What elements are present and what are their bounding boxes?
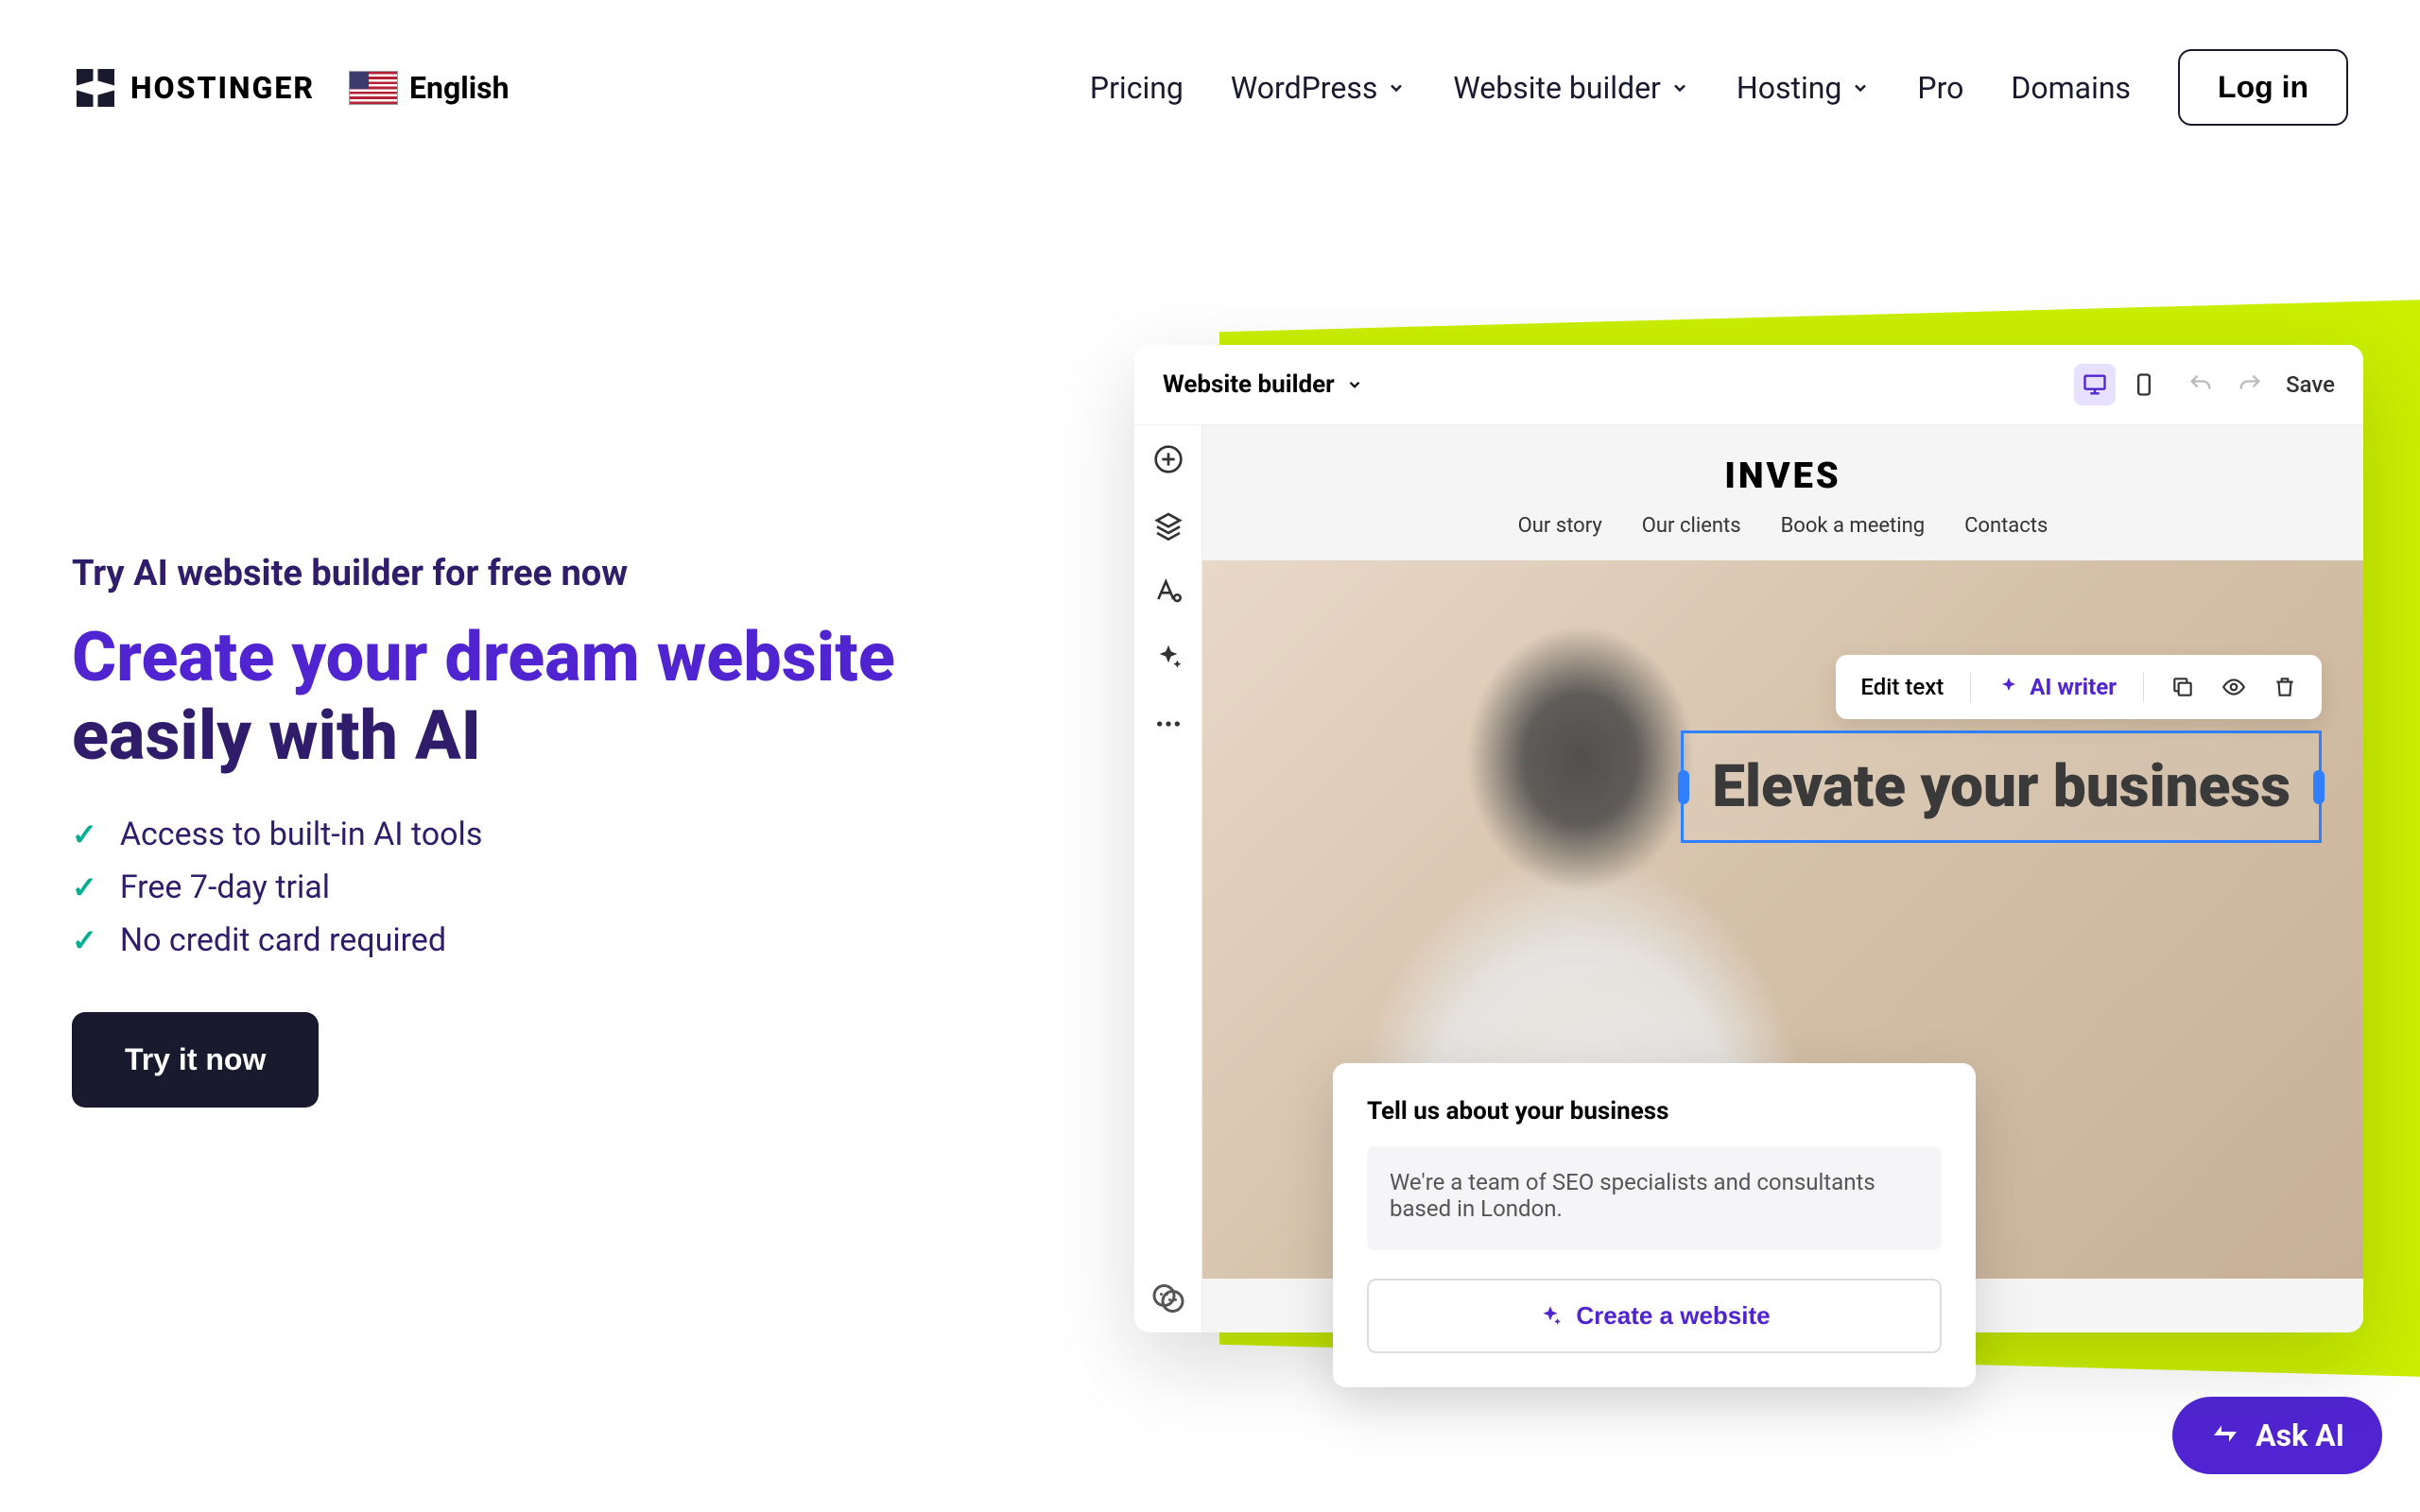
hero-subtitle: Try AI website builder for free now	[72, 553, 1017, 594]
undo-icon[interactable]	[2187, 371, 2214, 398]
redo-icon[interactable]	[2237, 371, 2263, 398]
more-icon[interactable]	[1153, 709, 1184, 739]
builder-mode-dropdown[interactable]: Website builder	[1163, 370, 1363, 399]
builder-topbar-right: Save	[2074, 364, 2335, 405]
main-header: HOSTINGER English Pricing WordPress Webs…	[0, 0, 2420, 175]
divider	[1970, 672, 1971, 702]
mobile-icon	[2131, 371, 2157, 398]
text-style-icon[interactable]	[1153, 576, 1184, 607]
try-now-button[interactable]: Try it now	[72, 1012, 319, 1108]
layers-icon[interactable]	[1153, 510, 1184, 541]
edit-text-button[interactable]: Edit text	[1860, 674, 1944, 700]
divider	[2143, 672, 2144, 702]
prompt-label: Tell us about your business	[1367, 1097, 1942, 1125]
check-icon: ✓	[72, 869, 97, 905]
preview-nav-item: Book a meeting	[1781, 514, 1926, 538]
builder-topbar: Website builder Save	[1134, 345, 2363, 425]
sparkle-icon	[1538, 1304, 1563, 1329]
preview-nav-item: Our clients	[1642, 514, 1741, 538]
chevron-down-icon	[1670, 78, 1689, 97]
header-left: HOSTINGER English	[72, 64, 510, 112]
desktop-view-button[interactable]	[2074, 364, 2116, 405]
preview-headline: Elevate your business	[1712, 752, 2290, 821]
language-label: English	[409, 70, 510, 106]
language-selector[interactable]: English	[349, 70, 510, 106]
chevron-down-icon	[1387, 78, 1406, 97]
hostinger-logo-icon	[72, 64, 119, 112]
nav-wordpress[interactable]: WordPress	[1231, 70, 1406, 106]
feature-item: ✓Free 7-day trial	[72, 868, 1017, 906]
desktop-icon	[2082, 371, 2108, 398]
preview-site-header: INVES Our story Our clients Book a meeti…	[1202, 425, 2363, 560]
selected-text-element[interactable]: Elevate your business	[1681, 730, 2322, 843]
preview-site-logo: INVES	[1202, 455, 2363, 497]
hero-content: Try AI website builder for free now Crea…	[72, 345, 1017, 1108]
nav-pricing[interactable]: Pricing	[1090, 70, 1184, 106]
builder-sidebar	[1134, 425, 1202, 1332]
logo-text: HOSTINGER	[130, 70, 315, 106]
check-icon: ✓	[72, 922, 97, 958]
trash-icon[interactable]	[2273, 675, 2297, 699]
add-icon[interactable]	[1153, 444, 1184, 474]
prompt-textarea[interactable]	[1367, 1146, 1942, 1250]
check-icon: ✓	[72, 816, 97, 852]
nav-website-builder[interactable]: Website builder	[1453, 70, 1689, 106]
ai-prompt-box: Tell us about your business Create a web…	[1333, 1063, 1976, 1387]
eye-icon[interactable]	[2221, 675, 2246, 699]
emoji-icon[interactable]	[1151, 1281, 1185, 1315]
nav-pro[interactable]: Pro	[1917, 70, 1963, 106]
preview-nav-item: Contacts	[1964, 514, 2048, 538]
ask-ai-icon	[2210, 1420, 2240, 1451]
builder-preview-wrap: Website builder Save	[1134, 345, 2420, 1332]
edit-toolbar: Edit text AI writer	[1836, 655, 2322, 719]
ai-sparkle-icon[interactable]	[1153, 643, 1184, 673]
chevron-down-icon	[1346, 376, 1363, 393]
create-website-button[interactable]: Create a website	[1367, 1279, 1942, 1353]
copy-icon[interactable]	[2170, 675, 2195, 699]
sparkle-icon	[1997, 676, 2020, 698]
ai-writer-button[interactable]: AI writer	[1997, 674, 2117, 700]
us-flag-icon	[349, 71, 398, 105]
nav-hosting[interactable]: Hosting	[1737, 70, 1870, 106]
device-toggle	[2074, 364, 2165, 405]
preview-site-nav: Our story Our clients Book a meeting Con…	[1202, 514, 2363, 538]
login-button[interactable]: Log in	[2178, 49, 2348, 126]
nav-domains[interactable]: Domains	[2011, 70, 2131, 106]
feature-item: ✓Access to built-in AI tools	[72, 816, 1017, 853]
chevron-down-icon	[1851, 78, 1870, 97]
hero-title: Create your dream website easily with AI	[72, 619, 1017, 776]
mobile-view-button[interactable]	[2123, 364, 2165, 405]
logo[interactable]: HOSTINGER	[72, 64, 315, 112]
primary-nav: Pricing WordPress Website builder Hostin…	[1090, 49, 2348, 126]
preview-nav-item: Our story	[1518, 514, 1602, 538]
feature-list: ✓Access to built-in AI tools ✓Free 7-day…	[72, 816, 1017, 959]
feature-item: ✓No credit card required	[72, 921, 1017, 959]
save-button[interactable]: Save	[2286, 371, 2335, 398]
ask-ai-button[interactable]: Ask AI	[2172, 1397, 2382, 1474]
hero-section: Try AI website builder for free now Crea…	[0, 345, 2420, 1108]
